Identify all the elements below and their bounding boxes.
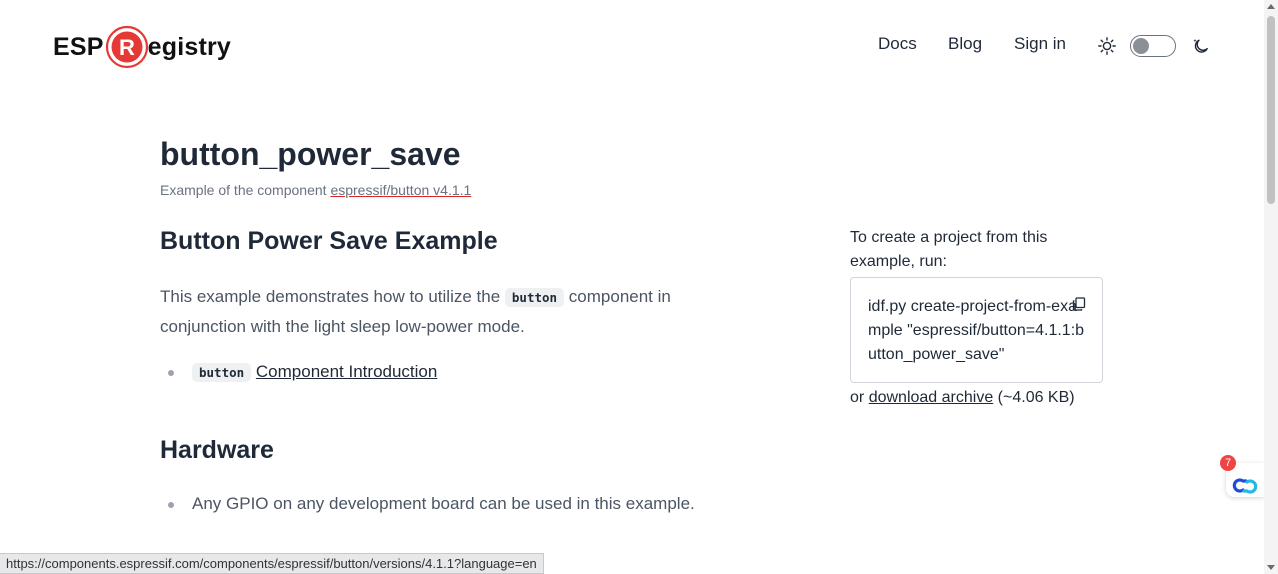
create-project-instructions: To create a project from this example, r… xyxy=(850,229,1048,270)
chat-link-icon xyxy=(1232,478,1258,494)
nav-sign-in-link[interactable]: Sign in xyxy=(1014,34,1066,54)
list-bullet xyxy=(168,502,174,508)
download-size: (~4.06 KB) xyxy=(997,389,1075,406)
nav-blog-link[interactable]: Blog xyxy=(948,34,982,54)
scroll-down-arrow-icon[interactable] xyxy=(1267,565,1275,570)
esp-registry-logo[interactable]: ESP R egistry xyxy=(53,24,231,70)
scrollbar-thumb[interactable] xyxy=(1267,16,1275,204)
notification-badge: 7 xyxy=(1220,455,1236,471)
intro-paragraph: This example demonstrates how to utilize… xyxy=(160,282,720,341)
subtitle-prefix: Example of the component xyxy=(160,182,327,198)
inline-code-button: button xyxy=(504,288,565,307)
download-archive-row: or download archive (~4.06 KB) xyxy=(850,389,1075,407)
logo-text-esp: ESP xyxy=(53,32,104,61)
registry-logo-icon: R xyxy=(105,25,148,69)
download-archive-link[interactable]: download archive xyxy=(869,389,994,406)
logo-text-egistry: egistry xyxy=(147,32,232,61)
section-heading-hardware: Hardware xyxy=(160,436,274,464)
sun-icon xyxy=(1098,37,1116,55)
theme-toggle-knob xyxy=(1133,38,1149,54)
theme-toggle[interactable] xyxy=(1130,35,1176,57)
page-subtitle: Example of the component espressif/butto… xyxy=(160,182,471,198)
page-title: button_power_save xyxy=(160,136,461,172)
nav-docs-link[interactable]: Docs xyxy=(878,34,917,54)
para-text-before: This example demonstrates how to utilize… xyxy=(160,287,501,306)
floating-chat-widget[interactable]: 7 xyxy=(1220,455,1264,497)
scroll-up-arrow-icon[interactable] xyxy=(1267,4,1275,9)
section-heading-power-save: Button Power Save Example xyxy=(160,227,498,255)
vertical-scrollbar[interactable] xyxy=(1264,0,1278,574)
link-status-bar: https://components.espressif.com/compone… xyxy=(0,553,544,574)
download-prefix: or xyxy=(850,389,865,406)
command-box: idf.py create-project-from-example "espr… xyxy=(850,277,1103,383)
list-item-component-intro: button Component Introduction xyxy=(192,362,437,382)
component-introduction-link[interactable]: Component Introduction xyxy=(256,362,437,381)
logo-letter: R xyxy=(119,35,135,60)
component-link[interactable]: espressif/button v4.1.1 xyxy=(330,182,471,198)
create-project-command[interactable]: idf.py create-project-from-example "espr… xyxy=(868,295,1086,367)
inline-code-button: button xyxy=(192,363,252,382)
list-bullet xyxy=(168,370,174,376)
copy-icon[interactable] xyxy=(1072,297,1086,311)
moon-icon xyxy=(1193,39,1208,53)
list-item-hardware: Any GPIO on any development board can be… xyxy=(192,494,695,513)
